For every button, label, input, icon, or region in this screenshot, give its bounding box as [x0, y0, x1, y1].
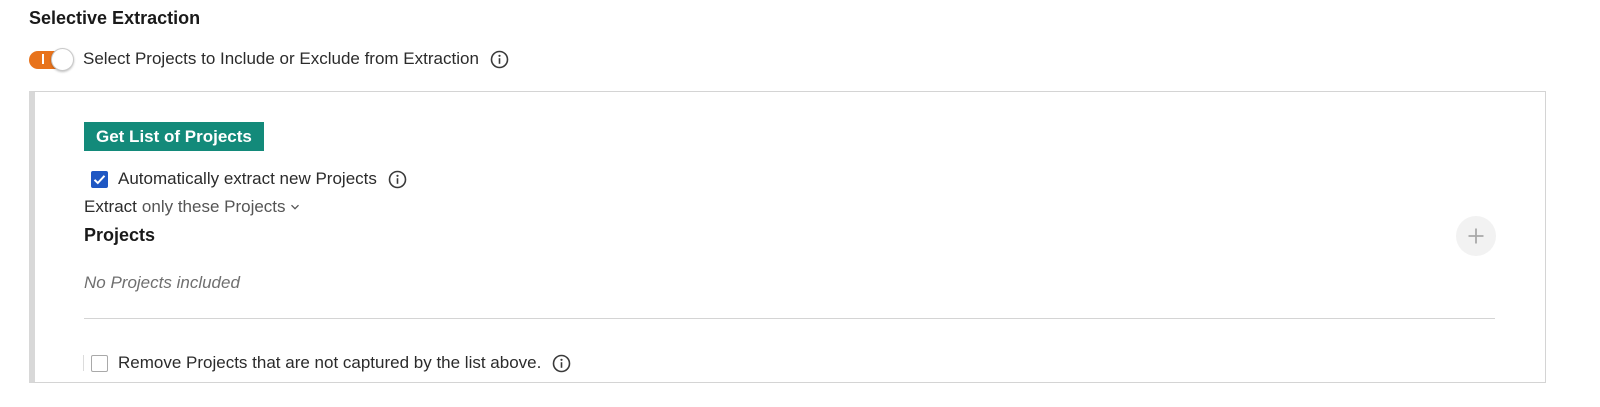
auto-extract-label: Automatically extract new Projects [118, 169, 377, 188]
chevron-down-icon [290, 204, 299, 210]
divider [84, 318, 1495, 319]
extract-mode-value: only these Projects [141, 197, 286, 216]
check-icon [93, 174, 106, 184]
toggle-label: Select Projects to Include or Exclude fr… [83, 49, 479, 68]
extract-mode-dropdown[interactable]: only these Projects [142, 197, 300, 217]
section-title: Selective Extraction [29, 8, 201, 28]
info-icon[interactable] [490, 50, 509, 69]
add-project-button[interactable] [1456, 216, 1496, 256]
toggle-knob [51, 48, 74, 71]
remove-projects-row: Remove Projects that are not captured by… [91, 353, 571, 373]
get-list-of-projects-button[interactable]: Get List of Projects [84, 122, 264, 151]
info-icon[interactable] [388, 170, 407, 189]
auto-extract-checkbox[interactable] [91, 170, 108, 188]
projects-heading: Projects [84, 225, 156, 245]
selective-extraction-toggle-row: Select Projects to Include or Exclude fr… [29, 47, 509, 71]
project-selection-panel: Get List of Projects Automatically extra… [29, 91, 1546, 383]
extract-mode-row: Extract only these Projects [84, 197, 300, 217]
plus-icon [1468, 228, 1484, 244]
info-icon[interactable] [552, 354, 571, 373]
toggle-on-indicator [42, 54, 44, 64]
auto-extract-row: Automatically extract new Projects [91, 169, 407, 189]
selective-extraction-toggle[interactable] [29, 48, 76, 71]
extract-mode-prefix: Extract [84, 197, 137, 216]
no-projects-message: No Projects included [84, 273, 240, 292]
remove-projects-checkbox[interactable] [91, 354, 108, 372]
row-marker [83, 355, 84, 371]
remove-projects-label: Remove Projects that are not captured by… [118, 353, 542, 372]
